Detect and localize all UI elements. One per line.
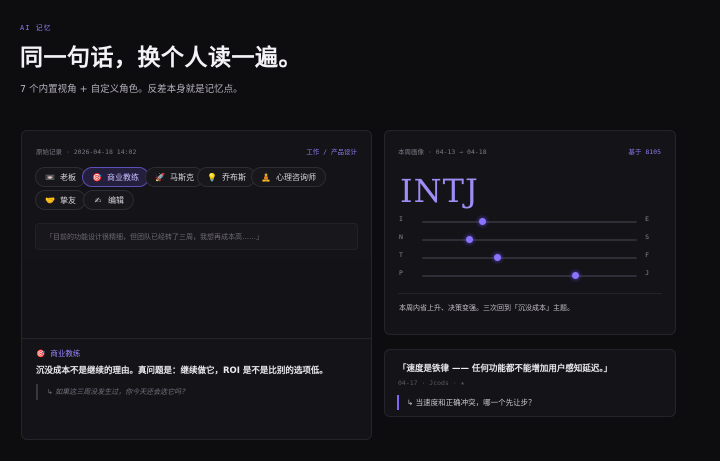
- axis-ie: I E: [399, 215, 649, 227]
- persona-chip-editor[interactable]: ✍ 编辑: [83, 190, 134, 210]
- reflection-question: ↳ 当速度和正确冲突，哪一个先让步？: [397, 395, 536, 410]
- profile-summary: 本周内省上升、决策变强。三次回到「沉没成本」主题。: [399, 304, 574, 312]
- active-persona-label: 商业教练: [50, 349, 81, 358]
- persona-chip-friend[interactable]: 🤝 挚友: [35, 190, 86, 210]
- basis-label: 基于 8105: [628, 148, 661, 156]
- axis-pj: P J: [399, 269, 649, 281]
- profile-divider: [398, 293, 662, 294]
- chip-label: 老板: [60, 172, 76, 182]
- personality-type: INTJ: [400, 172, 479, 210]
- chip-label: 商业教练: [107, 172, 139, 182]
- chip-label: 编辑: [108, 195, 124, 205]
- page-subtitle: 7 个内置视角 + 自定义角色。反差本身就是记忆点。: [20, 84, 243, 95]
- followup-question: ↳ 如果这三周没发生过，你今天还会选它吗？: [36, 384, 360, 400]
- axis-dot: [571, 272, 579, 279]
- chip-label: 挚友: [60, 195, 76, 205]
- target-icon: 🎯: [92, 172, 102, 182]
- axis-right-label: J: [645, 269, 649, 277]
- axis-dot: [479, 218, 487, 225]
- axis-right-label: E: [645, 215, 649, 223]
- axis-right-label: F: [645, 251, 649, 259]
- lightbulb-icon: 💡: [207, 172, 217, 182]
- axis-left-label: T: [399, 251, 403, 259]
- eyebrow-label: AI 记忆: [20, 24, 52, 32]
- writing-hand-icon: ✍: [94, 195, 102, 205]
- response-divider: [22, 338, 371, 339]
- tape-icon: 📼: [45, 172, 55, 182]
- persona-chip-therapist[interactable]: 🧘 心理咨询师: [251, 167, 326, 187]
- axis-right-label: S: [645, 233, 649, 241]
- axis-left-label: P: [399, 269, 403, 277]
- persona-chip-jobs[interactable]: 💡 乔布斯: [197, 167, 256, 187]
- response-area-background: [22, 258, 371, 338]
- chip-label: 马斯克: [170, 172, 194, 182]
- handshake-icon: 🤝: [45, 195, 55, 205]
- target-icon: 🎯: [36, 349, 46, 358]
- original-quote: 「目前的功能设计很精细，但团队已经转了三周，我想再成本高……」: [35, 223, 358, 250]
- persona-chip-musk[interactable]: 🚀 马斯克: [145, 167, 204, 187]
- axis-tf: T F: [399, 251, 649, 263]
- axis-left-label: N: [399, 233, 403, 241]
- context-link[interactable]: 工作 / 产品设计: [306, 146, 357, 156]
- active-persona-tag: 🎯 商业教练: [36, 348, 80, 359]
- rocket-icon: 🚀: [155, 172, 165, 182]
- persona-chip-boss[interactable]: 📼 老板: [35, 167, 86, 187]
- persona-chip-business-coach[interactable]: 🎯 商业教练: [82, 167, 149, 187]
- axis-left-label: I: [399, 215, 403, 223]
- persona-response: 沉没成本不是继续的理由。真问题是：继续做它，ROI 是不是比别的选项低。: [36, 366, 328, 376]
- page-title: 同一句话，换个人读一遍。: [20, 45, 302, 71]
- chip-label: 心理咨询师: [276, 172, 316, 182]
- meditation-icon: 🧘: [261, 172, 271, 182]
- axis-ns: N S: [399, 233, 649, 245]
- record-label: 原始记录 · 2026-04-18 14:02: [36, 148, 137, 156]
- range-label: 本周画像 · 04-13 → 04-18: [398, 148, 487, 156]
- axis-dot: [466, 236, 474, 243]
- chip-label: 乔布斯: [222, 172, 246, 182]
- memory-meta: 04-17 · Jcods · ★: [398, 379, 465, 387]
- axis-dot: [494, 254, 502, 261]
- memory-quote: 「速度是铁律 —— 任何功能都不能增加用户感知延迟。」: [398, 364, 613, 374]
